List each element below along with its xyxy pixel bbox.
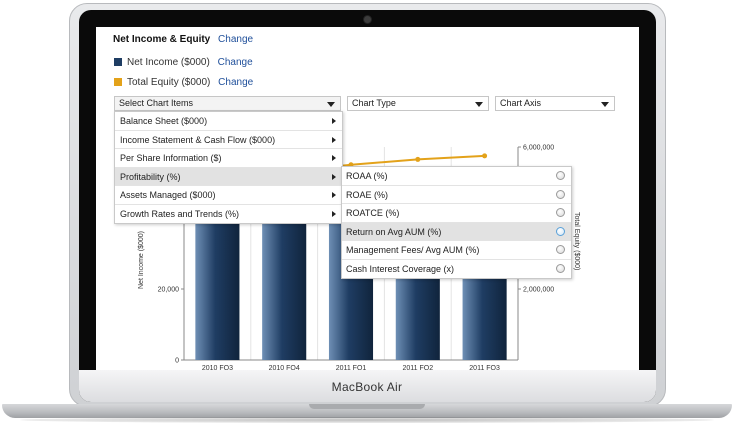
- menu-item-label: Balance Sheet ($000): [120, 116, 208, 126]
- chevron-right-icon: [332, 136, 336, 143]
- radio-button[interactable]: [556, 189, 565, 199]
- y-left-tick-label: 20,000: [158, 287, 180, 294]
- chevron-right-icon: [332, 155, 336, 161]
- submenu-item-management-fees[interactable]: Management Fees/ Avg AUM (%): [342, 241, 571, 260]
- menu-item-balance-sheet[interactable]: Balance Sheet ($000): [115, 112, 342, 131]
- equity-point: [482, 153, 488, 159]
- x-tick-label: 2010 FQ3: [202, 365, 233, 370]
- submenu-item-label: Cash Interest Coverage (x): [346, 263, 455, 274]
- radio-button[interactable]: [556, 263, 565, 273]
- menu-item-growth-rates[interactable]: Growth Rates and Trends (%): [115, 205, 342, 224]
- submenu-item-roae[interactable]: ROAE (%): [342, 186, 571, 204]
- chevron-right-icon: [332, 192, 336, 198]
- y-right-axis-label: Total Equity ($000): [573, 212, 580, 270]
- select-chart-type[interactable]: Chart Type: [347, 96, 489, 111]
- submenu-item-label: Return on Avg AUM (%): [346, 226, 442, 237]
- chevron-right-icon: [332, 210, 336, 217]
- laptop-notch: [309, 404, 425, 409]
- y-right-tick-label: 2,000,000: [523, 287, 554, 294]
- submenu-item-label: Management Fees/ Avg AUM (%): [346, 245, 480, 255]
- chevron-down-icon: [601, 102, 609, 107]
- y-left-axis-label: Net Income ($000): [138, 231, 145, 289]
- submenu-item-label: ROATCE (%): [346, 208, 400, 218]
- app-screen: Net Income & Equity Change Net Income ($…: [96, 27, 639, 370]
- menu-item-per-share[interactable]: Per Share Information ($): [115, 149, 342, 168]
- submenu-item-roaa[interactable]: ROAA (%): [342, 167, 571, 186]
- submenu-item-cash-interest-coverage[interactable]: Cash Interest Coverage (x): [342, 260, 571, 279]
- radio-button[interactable]: [556, 245, 565, 254]
- menu-item-label: Profitability (%): [120, 171, 181, 182]
- x-tick-label: 2011 FQ1: [336, 365, 367, 370]
- device-brand: MacBook Air: [331, 380, 403, 394]
- menu-item-label: Growth Rates and Trends (%): [120, 208, 240, 219]
- equity-point: [415, 156, 421, 162]
- menu-item-label: Income Statement & Cash Flow ($000): [120, 134, 276, 145]
- chart-items-menu: Balance Sheet ($000) Income Statement & …: [114, 111, 343, 224]
- select-chart-items[interactable]: Select Chart Items: [114, 96, 341, 111]
- chevron-right-icon: [332, 173, 336, 180]
- submenu-item-roatce[interactable]: ROATCE (%): [342, 204, 571, 223]
- x-tick-label: 2010 FQ4: [269, 365, 300, 370]
- menu-item-income-statement[interactable]: Income Statement & Cash Flow ($000): [115, 131, 342, 149]
- radio-button[interactable]: [556, 171, 565, 180]
- select-chart-items-value: Select Chart Items: [119, 98, 194, 108]
- y-left-tick-label: 0: [175, 358, 179, 365]
- submenu-item-label: ROAA (%): [346, 171, 388, 181]
- select-chart-axis-value: Chart Axis: [500, 98, 542, 108]
- chevron-right-icon: [332, 118, 336, 124]
- profitability-submenu: ROAA (%) ROAE (%) ROATCE (%) Return on A…: [341, 166, 572, 279]
- laptop-shadow: [20, 417, 714, 423]
- submenu-item-label: ROAE (%): [346, 189, 389, 200]
- radio-button[interactable]: [556, 226, 565, 236]
- y-right-tick-label: 6,000,000: [523, 145, 554, 152]
- camera-icon: [363, 15, 372, 24]
- select-chart-type-value: Chart Type: [352, 98, 396, 108]
- x-tick-label: 2011 FQ3: [469, 365, 500, 370]
- menu-item-label: Assets Managed ($000): [120, 190, 216, 200]
- menu-item-assets-managed[interactable]: Assets Managed ($000): [115, 186, 342, 205]
- select-chart-axis[interactable]: Chart Axis: [495, 96, 615, 111]
- menu-item-profitability[interactable]: Profitability (%): [115, 167, 342, 186]
- chevron-down-icon: [475, 102, 483, 107]
- chevron-down-icon: [327, 102, 335, 107]
- submenu-item-return-on-avg-aum[interactable]: Return on Avg AUM (%): [342, 222, 571, 241]
- x-tick-label: 2011 FQ2: [402, 365, 433, 370]
- menu-item-label: Per Share Information ($): [120, 153, 222, 163]
- radio-button[interactable]: [556, 208, 565, 217]
